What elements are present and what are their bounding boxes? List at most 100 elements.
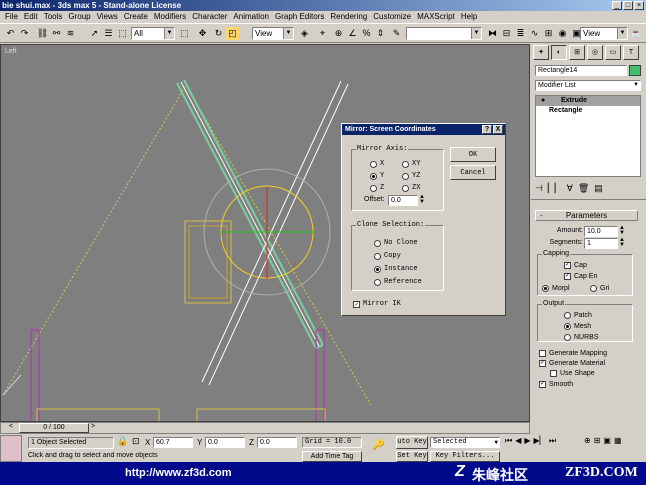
show-end-result-icon[interactable]: ▏▏ bbox=[548, 183, 562, 194]
object-color-swatch[interactable] bbox=[629, 65, 641, 76]
motion-tab-icon[interactable]: ◎ bbox=[587, 45, 603, 60]
goto-end-icon[interactable]: ⏭ bbox=[549, 436, 556, 446]
select-by-name-icon[interactable]: ☰ bbox=[102, 27, 115, 40]
remove-modifier-icon[interactable]: 🗑 bbox=[578, 183, 589, 194]
menu-graph-editors[interactable]: Graph Editors bbox=[272, 11, 327, 23]
cap-end-checkbox[interactable]: ✓ Cap En bbox=[564, 271, 597, 281]
help-button[interactable]: ? bbox=[482, 125, 492, 134]
render-view-dropdown[interactable]: View ▼ bbox=[580, 27, 628, 40]
amount-spinner-icon[interactable]: ▲ ▼ bbox=[619, 225, 625, 236]
cap-start-checkbox[interactable]: ✓ Cap bbox=[564, 260, 587, 270]
parameters-rollout[interactable]: - Parameters bbox=[535, 210, 638, 221]
max-script-listener[interactable] bbox=[0, 435, 22, 462]
zoom-all-icon[interactable]: ⊞ bbox=[594, 436, 601, 445]
offset-spinner-icon[interactable]: ▲ ▼ bbox=[419, 194, 425, 205]
unlink-icon[interactable]: ⚯ bbox=[50, 27, 63, 40]
select-move-icon[interactable]: ✥ bbox=[196, 27, 209, 40]
clone-no-clone-radio[interactable]: No Clone bbox=[374, 238, 418, 248]
axis-y-radio[interactable]: Y bbox=[370, 171, 384, 181]
selection-filter-dropdown[interactable]: All ▼ bbox=[131, 27, 175, 40]
zoom-extents-all-icon[interactable]: ▦ bbox=[614, 436, 622, 445]
utilities-tab-icon[interactable]: T bbox=[623, 45, 639, 60]
menu-character[interactable]: Character bbox=[189, 11, 230, 23]
menu-animation[interactable]: Animation bbox=[230, 11, 272, 23]
angle-snap-icon[interactable]: ∠ bbox=[346, 27, 359, 40]
menu-help[interactable]: Help bbox=[458, 11, 480, 23]
modifier-list-dropdown[interactable]: Modifier List ▼ bbox=[535, 80, 641, 91]
amount-field[interactable]: 10.0 bbox=[584, 226, 618, 237]
z-coord-field[interactable]: 0.0 bbox=[257, 437, 297, 448]
schematic-icon[interactable]: ⊞ bbox=[542, 27, 555, 40]
axis-yz-radio[interactable]: YZ bbox=[402, 171, 420, 181]
axis-zx-radio[interactable]: ZX bbox=[402, 183, 420, 193]
stack-item-rectangle[interactable]: Rectangle bbox=[536, 106, 640, 116]
stack-item-extrude[interactable]: ● Extrude bbox=[536, 96, 640, 106]
select-rotate-icon[interactable]: ↻ bbox=[212, 27, 225, 40]
pin-stack-icon[interactable]: ⊣ bbox=[535, 183, 543, 194]
named-selection-dropdown[interactable]: ▼ bbox=[406, 27, 482, 40]
gen-mapping-checkbox[interactable]: Generate Mapping bbox=[539, 348, 607, 358]
cancel-button[interactable]: Cancel bbox=[450, 165, 496, 180]
mirror-icon[interactable]: ⧓ bbox=[486, 27, 499, 40]
named-sel-sets-icon[interactable]: ✎ bbox=[390, 27, 403, 40]
menu-group[interactable]: Group bbox=[65, 11, 93, 23]
menu-rendering[interactable]: Rendering bbox=[327, 11, 370, 23]
menu-customize[interactable]: Customize bbox=[370, 11, 414, 23]
rect-region-icon[interactable]: ⬚ bbox=[116, 27, 129, 40]
percent-snap-icon[interactable]: % bbox=[360, 27, 373, 40]
align-icon[interactable]: ⊟ bbox=[500, 27, 513, 40]
zoom-icon[interactable]: ⊕ bbox=[584, 436, 591, 445]
minimize-button[interactable]: _ bbox=[612, 1, 622, 10]
menu-tools[interactable]: Tools bbox=[41, 11, 66, 23]
modify-tab-icon[interactable]: ◐ bbox=[551, 45, 567, 60]
clone-copy-radio[interactable]: Copy bbox=[374, 251, 401, 261]
pivot-icon[interactable]: ◈ bbox=[298, 27, 311, 40]
maximize-button[interactable]: □ bbox=[623, 1, 633, 10]
window-crossing-icon[interactable]: ⬚ bbox=[178, 27, 191, 40]
axis-xy-radio[interactable]: XY bbox=[402, 159, 420, 169]
select-scale-icon[interactable]: ◰ bbox=[226, 27, 239, 40]
key-filters-button[interactable]: Key Filters... bbox=[430, 451, 500, 462]
clone-reference-radio[interactable]: Reference bbox=[374, 277, 422, 287]
menu-views[interactable]: Views bbox=[94, 11, 121, 23]
menu-modifiers[interactable]: Modifiers bbox=[151, 11, 189, 23]
undo-icon[interactable]: ↶ bbox=[4, 27, 17, 40]
offset-field[interactable]: 0.0 bbox=[388, 195, 418, 206]
grid-radio[interactable]: Gri bbox=[590, 283, 609, 293]
select-manipulate-icon[interactable]: ⌖ bbox=[316, 27, 329, 40]
reference-coord-dropdown[interactable]: View ▼ bbox=[252, 27, 294, 40]
quick-render-icon[interactable]: ☕ bbox=[630, 27, 643, 40]
link-icon[interactable]: ⛓ bbox=[36, 27, 49, 40]
menu-create[interactable]: Create bbox=[121, 11, 151, 23]
play-icon[interactable]: ▶ bbox=[524, 436, 530, 446]
material-editor-icon[interactable]: ◉ bbox=[556, 27, 569, 40]
morph-radio[interactable]: Morpl bbox=[542, 283, 570, 293]
snap-3d-icon[interactable]: ⊕ bbox=[332, 27, 345, 40]
smooth-checkbox[interactable]: ✓ Smooth bbox=[539, 379, 573, 389]
menu-edit[interactable]: Edit bbox=[21, 11, 41, 23]
dialog-close-button[interactable]: X bbox=[493, 125, 503, 134]
absolute-mode-icon[interactable]: ⊡ bbox=[132, 436, 140, 447]
make-unique-icon[interactable]: ∀ bbox=[567, 183, 573, 194]
output-patch-radio[interactable]: Patch bbox=[564, 310, 592, 320]
y-coord-field[interactable]: 0.0 bbox=[205, 437, 245, 448]
x-coord-field[interactable]: 60.7 bbox=[153, 437, 193, 448]
key-icon[interactable]: 🔑 bbox=[372, 440, 384, 451]
ok-button[interactable]: OK bbox=[450, 147, 496, 162]
time-slider-thumb[interactable]: 0 / 100 bbox=[19, 423, 89, 433]
lock-icon[interactable]: 🔒 bbox=[117, 436, 128, 447]
add-time-tag-button[interactable]: Add Time Tag bbox=[302, 451, 362, 462]
next-frame-icon[interactable]: > bbox=[91, 423, 95, 430]
gen-material-checkbox[interactable]: ✓ Generate Material bbox=[539, 358, 605, 368]
bind-space-warp-icon[interactable]: ≋ bbox=[64, 27, 77, 40]
hierarchy-tab-icon[interactable]: ⊞ bbox=[569, 45, 585, 60]
segments-field[interactable]: 1 bbox=[584, 238, 618, 249]
set-key-button[interactable]: Set Key bbox=[396, 451, 428, 462]
layer-icon[interactable]: ≣ bbox=[514, 27, 527, 40]
menu-maxscript[interactable]: MAXScript bbox=[414, 11, 458, 23]
object-name-field[interactable]: Rectangle14 bbox=[535, 65, 627, 76]
auto-key-button[interactable]: uto Key bbox=[396, 436, 428, 449]
mirror-ik-checkbox[interactable]: ✓ Mirror IK bbox=[353, 299, 401, 309]
time-slider-track[interactable]: 0 / 100 < > bbox=[0, 422, 530, 434]
axis-x-radio[interactable]: X bbox=[370, 159, 384, 169]
